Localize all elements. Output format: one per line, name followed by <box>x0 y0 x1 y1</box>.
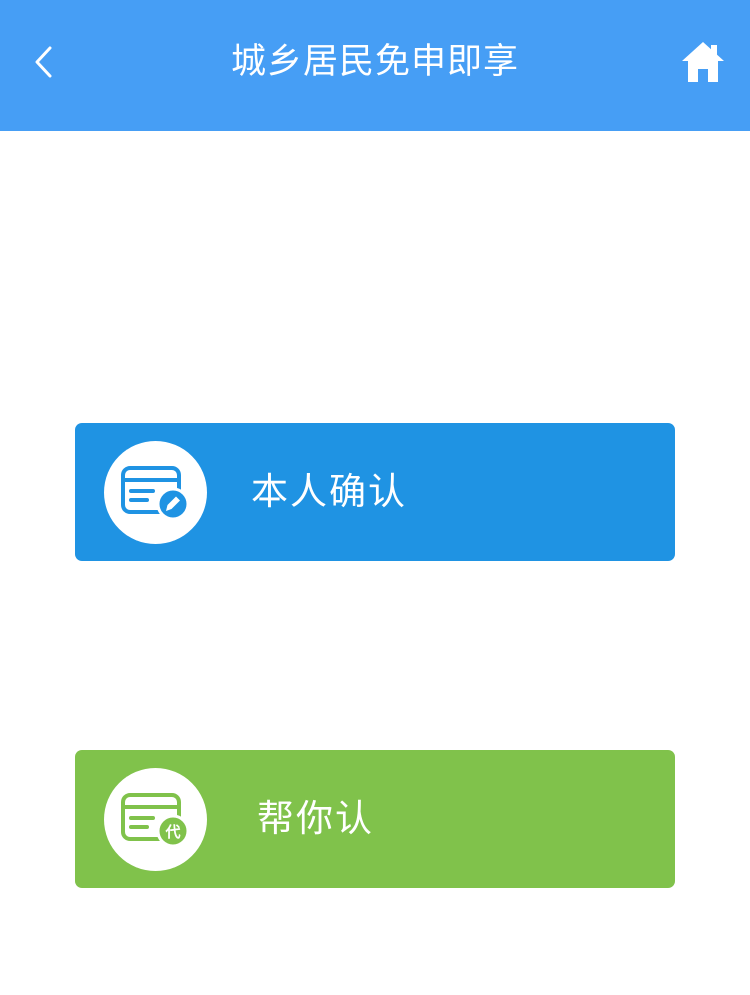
self-confirm-label: 本人确认 <box>251 470 407 513</box>
app-header: 城乡居民免申即享 <box>0 0 750 131</box>
id-card-proxy-icon: 代 <box>121 793 190 848</box>
id-card-edit-icon <box>121 466 190 521</box>
proxy-badge-text: 代 <box>164 823 180 841</box>
page: 城乡居民免申即享 本人确认 代 帮你认 <box>0 0 750 995</box>
help-confirm-label: 帮你认 <box>257 797 374 840</box>
home-button[interactable] <box>678 37 728 87</box>
home-icon <box>682 42 724 82</box>
help-confirm-icon-circle: 代 <box>104 768 207 871</box>
page-title: 城乡居民免申即享 <box>230 42 519 82</box>
self-confirm-button[interactable]: 本人确认 <box>75 423 675 561</box>
help-confirm-button[interactable]: 代 帮你认 <box>75 750 675 888</box>
self-confirm-icon-circle <box>104 441 207 544</box>
